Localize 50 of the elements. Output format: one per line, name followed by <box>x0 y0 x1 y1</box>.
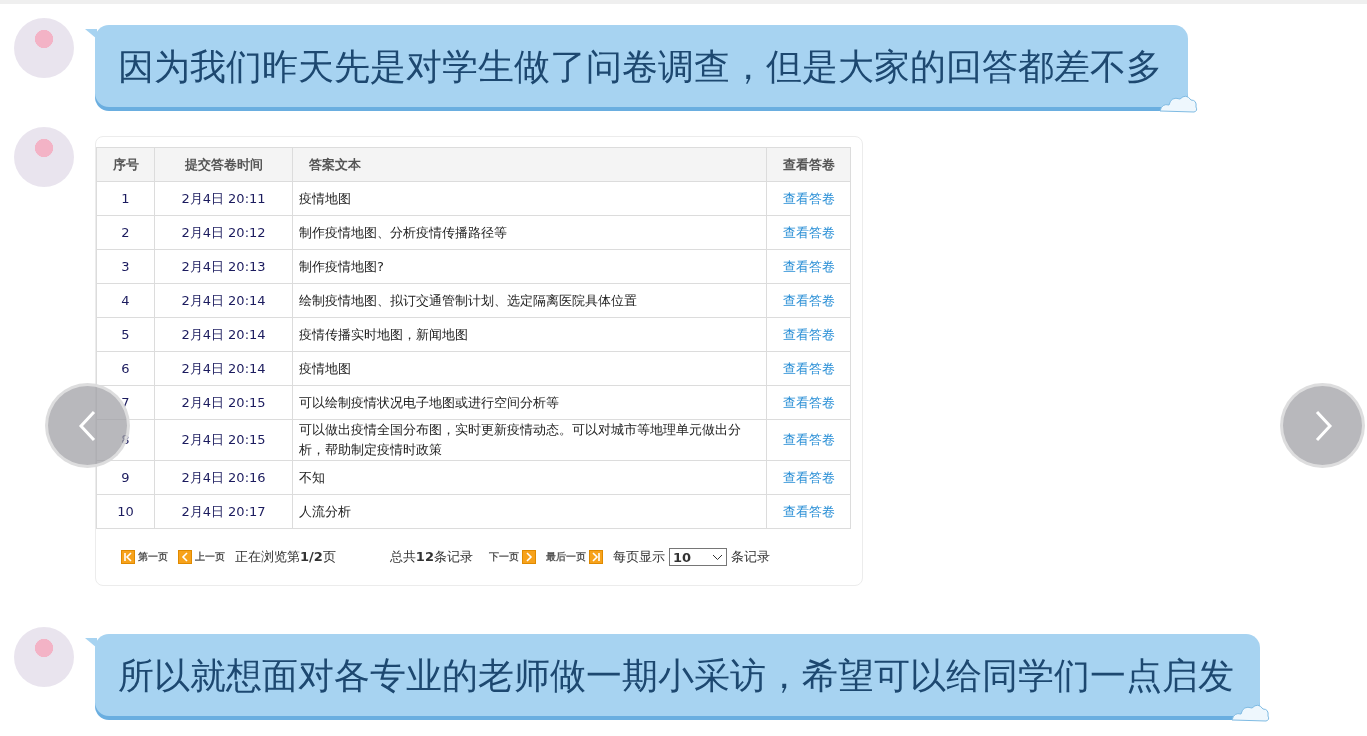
page-status: 正在浏览第1/2页 <box>235 548 336 566</box>
column-header: 答案文本 <box>309 156 361 172</box>
table-cell: 2月4日 20:15 <box>181 394 266 410</box>
table-cell: 人流分析 <box>299 503 351 519</box>
message-text: 因为我们昨天先是对学生做了问卷调查，但是大家的回答都差不多 <box>118 46 1162 87</box>
table-cell: 2月4日 20:13 <box>181 258 266 274</box>
per-page-label: 每页显示 <box>612 548 665 566</box>
column-header: 提交答卷时间 <box>184 156 263 172</box>
table-cell: 2月4日 20:11 <box>181 190 266 206</box>
next-page-button[interactable]: 下一页 <box>488 550 536 564</box>
per-page-select[interactable]: 10 <box>668 548 727 566</box>
message-text: 所以就想面对各专业的老师做一期小采访，希望可以给同学们一点启发 <box>118 655 1234 696</box>
column-header: 序号 <box>112 156 139 172</box>
caret-icon <box>711 553 723 561</box>
table-cell: 可以做出疫情全国分布图，实时更新疫情动态。可以对城市等地理单元做出分析，帮助制定疫情时政策 <box>299 422 741 457</box>
record-total: 总共12条记录 <box>389 548 473 566</box>
last-page-icon <box>588 550 603 564</box>
table-cell: 8 <box>121 432 130 447</box>
table-cell: 9 <box>121 469 130 485</box>
table-cell: 2月4日 20:16 <box>181 469 266 485</box>
table-cell: 2月4日 20:17 <box>181 503 266 519</box>
table-cell: 2月4日 20:15 <box>181 432 266 447</box>
table-cell: 2月4日 20:14 <box>181 292 266 308</box>
table-cell: 10 <box>117 503 134 519</box>
table-cell: 疫情地图 <box>299 360 351 376</box>
table-cell: 2月4日 20:14 <box>181 360 266 376</box>
per-page-suffix: 条记录 <box>730 548 770 566</box>
previous-page-button[interactable]: 上一页 <box>178 550 225 564</box>
table-cell: 制作疫情地图? <box>299 258 384 274</box>
table-cell: 2月4日 20:14 <box>181 326 266 342</box>
first-page-button[interactable]: 第一页 <box>121 550 168 564</box>
table-cell: 疫情传播实时地图，新闻地图 <box>299 326 468 342</box>
table-cell: 2 <box>121 224 130 240</box>
table-cell: 6 <box>121 360 130 376</box>
table-cell: 1 <box>121 190 130 206</box>
table-cell: 可以绘制疫情状况电子地图或进行空间分析等 <box>299 394 559 410</box>
table-cell: 5 <box>121 326 130 342</box>
table-cell: 制作疫情地图、分析疫情传播路径等 <box>299 224 507 240</box>
chevron-left-icon <box>178 550 192 564</box>
table-cell: 疫情地图 <box>299 190 351 206</box>
table-cell: 7 <box>121 394 130 410</box>
chevron-right-icon <box>521 550 536 564</box>
column-header: 查看答卷 <box>782 156 835 172</box>
last-page-button[interactable]: 最后一页 <box>545 550 603 564</box>
table-cell: 3 <box>121 258 130 274</box>
first-page-icon <box>121 550 135 564</box>
table-cell: 2月4日 20:12 <box>181 224 266 240</box>
table-cell: 不知 <box>299 469 325 485</box>
table-cell: 4 <box>121 292 130 308</box>
table-cell: 绘制疫情地图、拟订交通管制计划、选定隔离医院具体位置 <box>299 292 637 308</box>
